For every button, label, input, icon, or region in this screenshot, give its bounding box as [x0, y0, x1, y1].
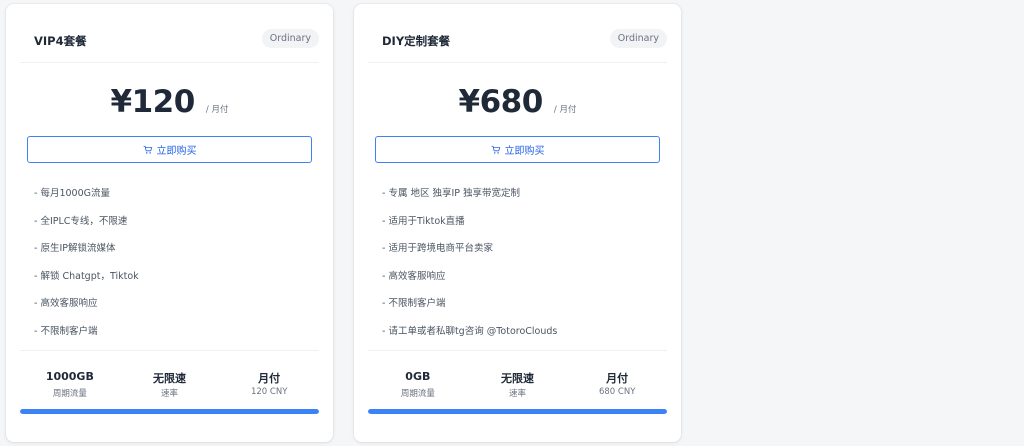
divider — [20, 350, 319, 351]
plan-card-vip4: VIP4套餐 Ordinary ¥120 / 月付 立即购买 - 每月1000G… — [6, 4, 333, 442]
price-row: ¥680 / 月付 — [354, 84, 681, 128]
progress-fill — [368, 409, 667, 414]
stat-label: 速率 — [509, 389, 527, 399]
plan-stats: 0GB 周期流量 无限速 速率 月付 680 CNY — [368, 370, 667, 399]
stat-traffic: 0GB 周期流量 — [368, 370, 468, 399]
stat-billing: 月付 680 CNY — [567, 370, 667, 399]
feature-item: - 适用于跨境电商平台卖家 — [382, 243, 493, 254]
usage-progress-bar — [368, 409, 667, 414]
stat-billing: 月付 120 CNY — [219, 370, 319, 399]
feature-list: - 专属 地区 独享IP 独享带宽定制 - 适用于Tiktok直播 - 适用于跨… — [382, 188, 557, 353]
feature-item: - 请工单或者私聊tg咨询 @TotoroClouds — [382, 325, 558, 337]
stat-traffic: 1000GB 周期流量 — [20, 370, 120, 399]
plan-card-diy: DIY定制套餐 Ordinary ¥680 / 月付 立即购买 - 专属 地区 … — [354, 4, 681, 442]
stat-value: 月付 — [606, 372, 629, 385]
stat-value: 月付 — [258, 372, 281, 385]
stat-value: 无限速 — [501, 372, 534, 385]
cart-icon — [490, 145, 500, 154]
stat-label: 周期流量 — [400, 389, 435, 399]
feature-list: - 每月1000G流量 - 全IPLC专线，不限速 - 原生IP解锁流媒体 - … — [34, 188, 139, 353]
divider — [368, 350, 667, 351]
buy-now-label: 立即购买 — [156, 146, 197, 157]
stat-speed: 无限速 速率 — [120, 370, 220, 399]
price-period: / 月付 — [205, 105, 229, 115]
plan-name: VIP4套餐 — [34, 34, 87, 48]
buy-now-button[interactable]: 立即购买 — [27, 136, 312, 163]
plan-price: ¥680 — [458, 84, 544, 120]
plan-type-badge: Ordinary — [609, 29, 667, 48]
stat-value: 1000GB — [45, 370, 94, 383]
price-period: / 月付 — [553, 105, 577, 115]
feature-item: - 高效客服响应 — [34, 298, 98, 309]
feature-item: - 适用于Tiktok直播 — [382, 215, 465, 227]
plan-name: DIY定制套餐 — [382, 34, 451, 48]
stat-speed: 无限速 速率 — [468, 370, 568, 399]
stat-label: 周期流量 — [52, 389, 87, 399]
plan-card-header: DIY定制套餐 Ordinary — [368, 4, 667, 63]
plan-price: ¥120 — [110, 84, 196, 120]
feature-item: - 原生IP解锁流媒体 — [34, 243, 116, 254]
feature-item: - 不限制客户端 — [34, 325, 98, 337]
price-row: ¥120 / 月付 — [6, 84, 333, 128]
feature-item: - 高效客服响应 — [382, 270, 446, 282]
stat-value: 无限速 — [153, 372, 186, 385]
stat-value: 0GB — [405, 370, 431, 383]
feature-item: - 全IPLC专线，不限速 — [34, 215, 128, 227]
feature-item: - 专属 地区 独享IP 独享带宽定制 — [382, 188, 521, 199]
stat-label: 速率 — [161, 389, 179, 399]
buy-now-label: 立即购买 — [504, 146, 545, 157]
stat-label: 120 CNY — [250, 387, 288, 397]
progress-fill — [20, 409, 319, 414]
cart-icon — [142, 145, 152, 154]
feature-item: - 每月1000G流量 — [34, 188, 110, 199]
usage-progress-bar — [20, 409, 319, 414]
plan-type-badge: Ordinary — [261, 29, 319, 48]
feature-item: - 解锁 Chatgpt，Tiktok — [34, 270, 139, 282]
feature-item: - 不限制客户端 — [382, 298, 446, 309]
plan-card-header: VIP4套餐 Ordinary — [20, 4, 319, 63]
pricing-page: VIP4套餐 Ordinary ¥120 / 月付 立即购买 - 每月1000G… — [0, 0, 1024, 446]
buy-now-button[interactable]: 立即购买 — [375, 136, 660, 163]
stat-label: 680 CNY — [598, 387, 636, 397]
plan-stats: 1000GB 周期流量 无限速 速率 月付 120 CNY — [20, 370, 319, 399]
